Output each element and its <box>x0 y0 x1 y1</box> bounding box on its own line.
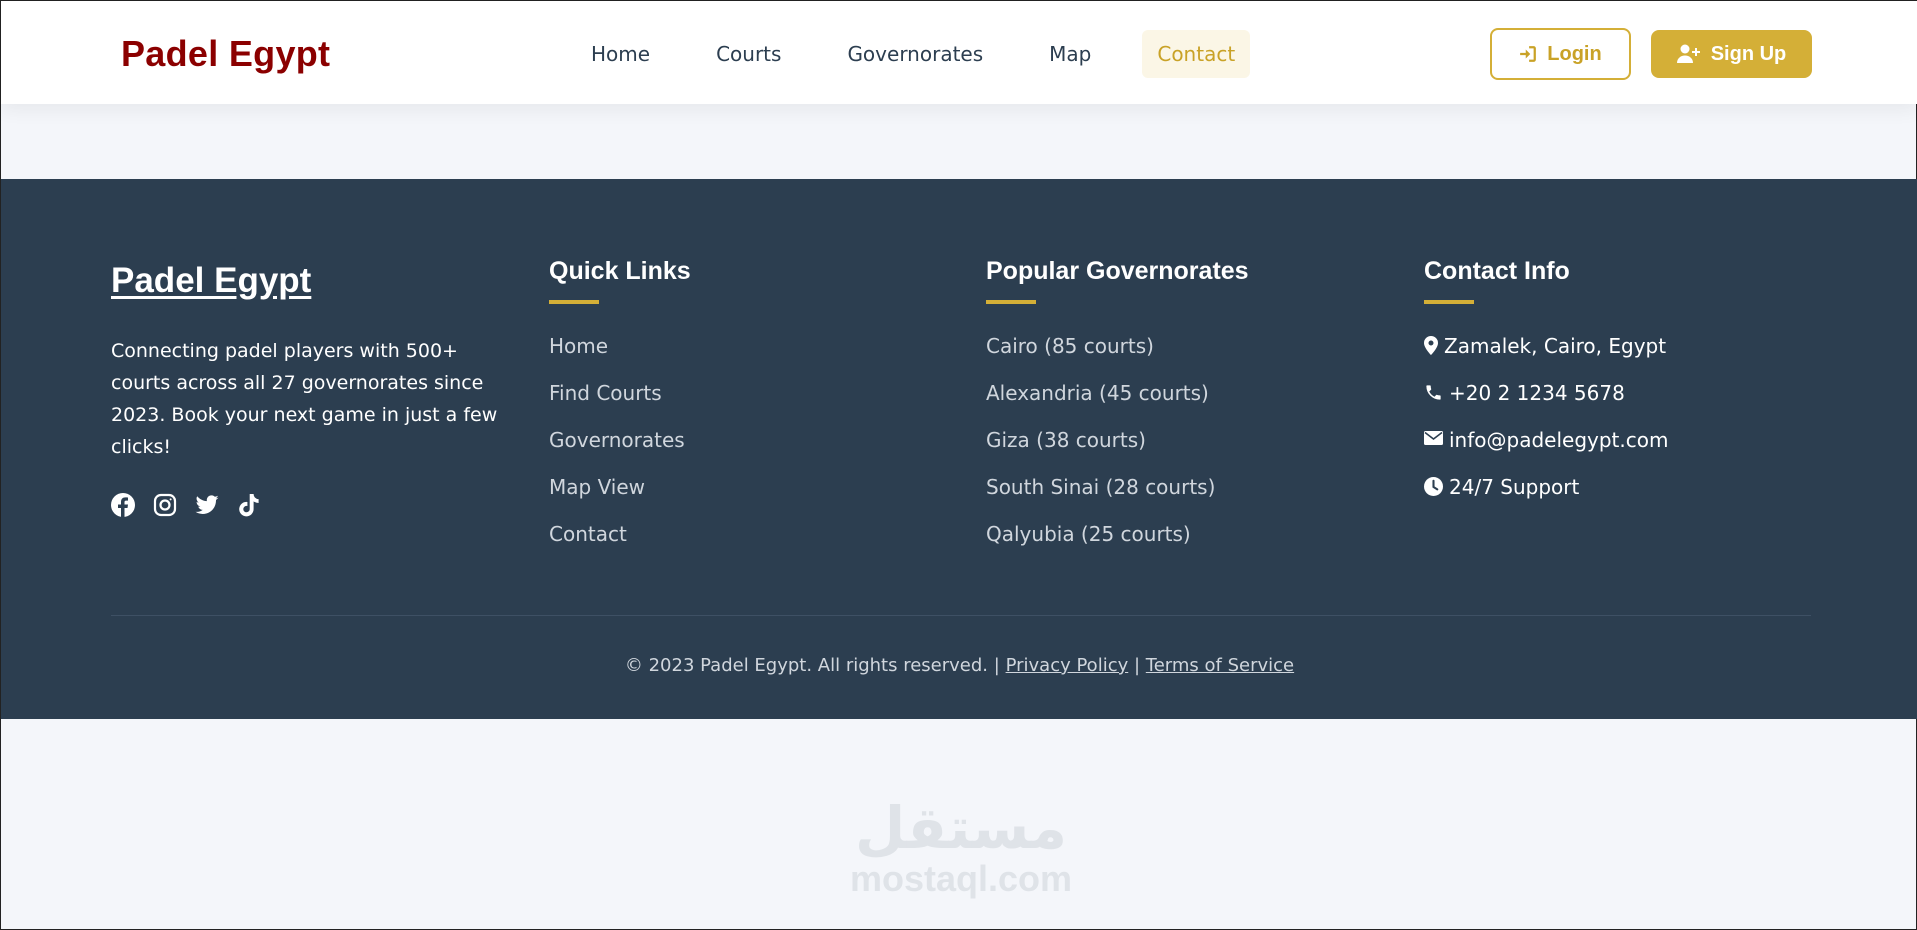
footer-brand-link[interactable]: Padel Egypt <box>111 261 311 301</box>
nav-map-link[interactable]: Map <box>1034 30 1106 78</box>
privacy-policy-link[interactable]: Privacy Policy <box>1006 655 1129 676</box>
nav-courts-link[interactable]: Courts <box>701 30 796 78</box>
phone-icon <box>1426 385 1441 400</box>
watermark-arabic: مستقل <box>854 794 1068 862</box>
governorate-link[interactable]: Alexandria (45 courts) <box>986 380 1215 427</box>
contact-support-text: 24/7 Support <box>1449 475 1580 499</box>
nav-governorates-link[interactable]: Governorates <box>832 30 998 78</box>
nav-contact-link[interactable]: Contact <box>1142 30 1251 78</box>
main-nav: Home Courts Governorates Map Contact <box>576 30 1286 78</box>
clock-icon <box>1424 477 1443 496</box>
twitter-icon[interactable] <box>195 493 219 517</box>
signup-label: Sign Up <box>1710 42 1787 65</box>
login-label: Login <box>1547 42 1602 65</box>
governorates-title: Popular Governorates <box>986 257 1249 285</box>
title-underline <box>1424 300 1474 304</box>
footer-divider <box>111 615 1811 616</box>
contact-list: Zamalek, Cairo, Egypt +20 2 1234 5678 in… <box>1424 333 1668 521</box>
footer-link-home[interactable]: Home <box>549 333 685 380</box>
login-button[interactable]: Login <box>1490 28 1631 80</box>
nav-home-link[interactable]: Home <box>576 30 665 78</box>
site-footer: Padel Egypt Connecting padel players wit… <box>1 179 1917 719</box>
contact-phone-text: +20 2 1234 5678 <box>1449 381 1625 405</box>
facebook-icon[interactable] <box>111 493 135 517</box>
footer-about-text: Connecting padel players with 500+ court… <box>111 340 498 458</box>
governorate-link[interactable]: Qalyubia (25 courts) <box>986 521 1215 568</box>
terms-of-service-link[interactable]: Terms of Service <box>1146 655 1294 676</box>
map-marker-icon <box>1424 336 1438 355</box>
signup-button[interactable]: Sign Up <box>1651 30 1812 78</box>
watermark-logo: مستقل mostaql.com <box>841 796 1081 898</box>
footer-link-find-courts[interactable]: Find Courts <box>549 380 685 427</box>
footer-link-governorates[interactable]: Governorates <box>549 427 685 474</box>
governorate-link[interactable]: Cairo (85 courts) <box>986 333 1215 380</box>
footer-link-contact[interactable]: Contact <box>549 521 685 568</box>
instagram-icon[interactable] <box>153 493 177 517</box>
navbar: Padel Egypt Home Courts Governorates Map… <box>1 1 1917 104</box>
copyright-text: © 2023 Padel Egypt. All rights reserved. <box>624 655 989 676</box>
contact-support: 24/7 Support <box>1424 474 1668 521</box>
contact-phone[interactable]: +20 2 1234 5678 <box>1424 380 1668 427</box>
contact-email-text: info@padelegypt.com <box>1449 428 1669 452</box>
title-underline <box>986 300 1036 304</box>
contact-email[interactable]: info@padelegypt.com <box>1424 427 1668 474</box>
brand-logo[interactable]: Padel Egypt <box>121 33 330 75</box>
watermark-latin: mostaql.com <box>849 858 1073 899</box>
social-links <box>111 493 261 517</box>
envelope-icon <box>1424 431 1443 445</box>
quick-links-title: Quick Links <box>549 257 691 285</box>
contact-address: Zamalek, Cairo, Egypt <box>1424 333 1668 380</box>
quick-links-list: Home Find Courts Governorates Map View C… <box>549 333 685 568</box>
copyright-bar: © 2023 Padel Egypt. All rights reserved.… <box>1 655 1917 676</box>
sign-in-icon <box>1519 45 1537 63</box>
separator: | <box>1133 655 1141 676</box>
governorates-list: Cairo (85 courts) Alexandria (45 courts)… <box>986 333 1215 568</box>
governorate-link[interactable]: Giza (38 courts) <box>986 427 1215 474</box>
contact-address-text: Zamalek, Cairo, Egypt <box>1444 334 1667 358</box>
title-underline <box>549 300 599 304</box>
user-plus-icon <box>1676 44 1701 64</box>
separator: | <box>993 655 1000 676</box>
tiktok-icon[interactable] <box>237 493 261 517</box>
footer-link-map-view[interactable]: Map View <box>549 474 685 521</box>
contact-title: Contact Info <box>1424 257 1570 285</box>
governorate-link[interactable]: South Sinai (28 courts) <box>986 474 1215 521</box>
